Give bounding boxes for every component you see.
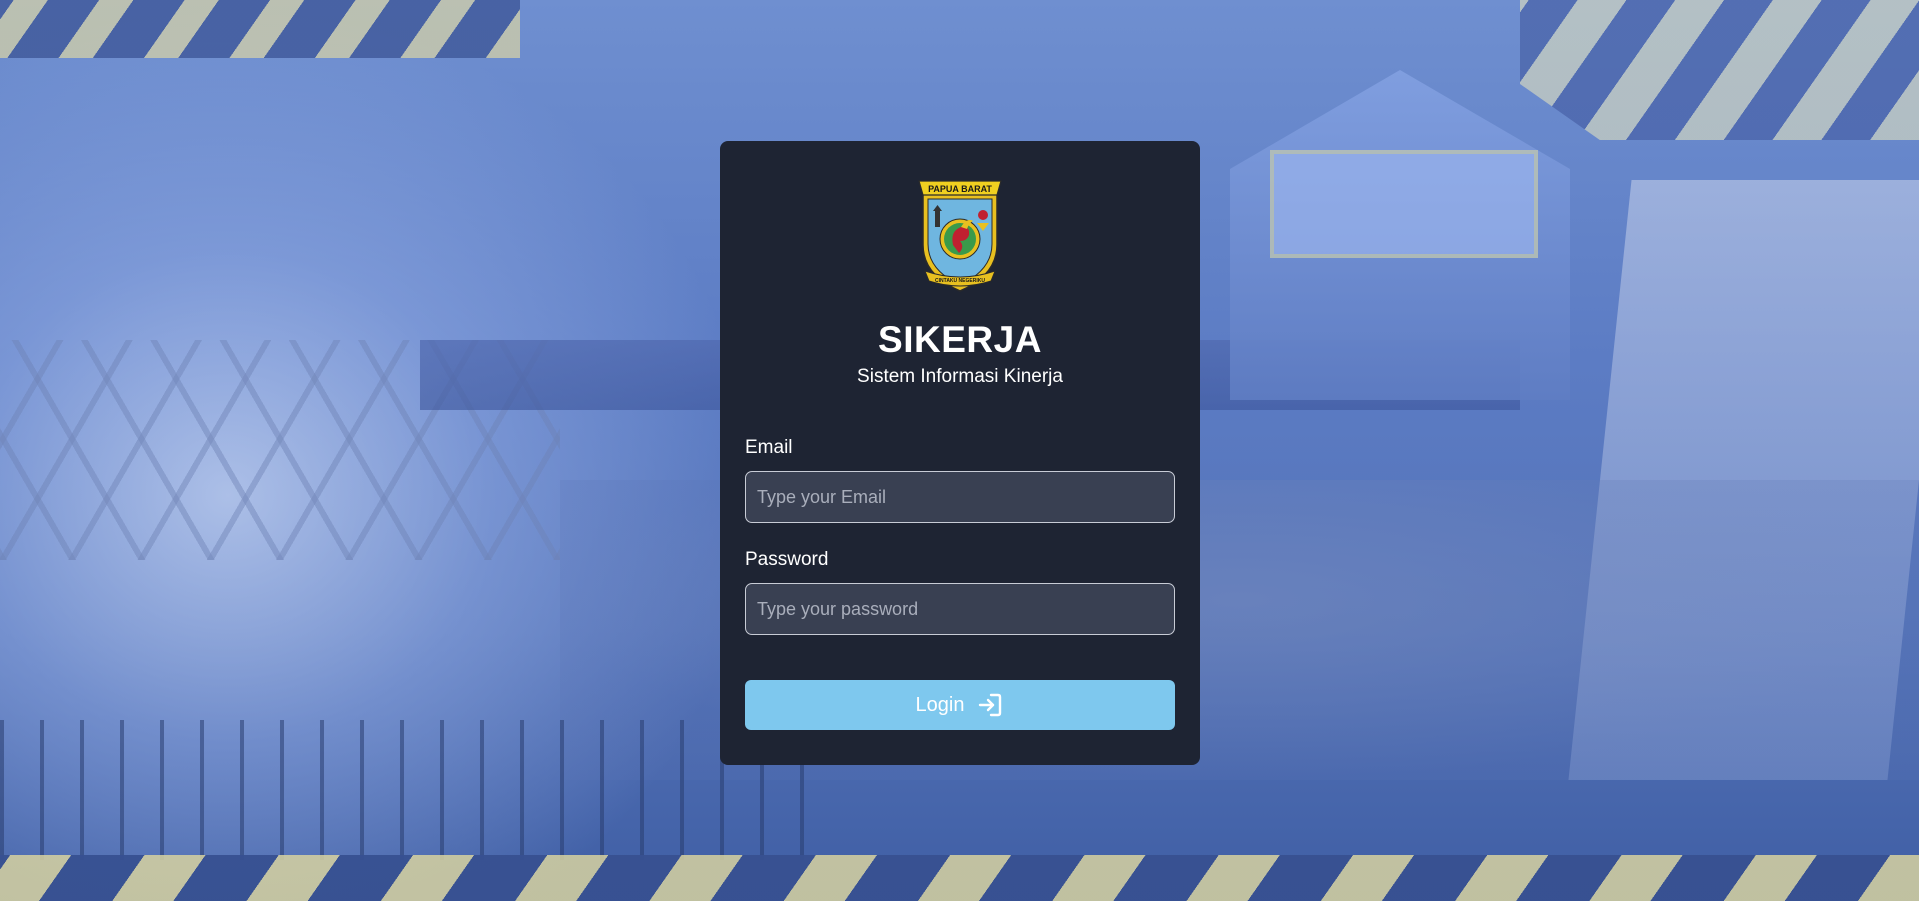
login-card: PAPUA BARAT CINTAKU NEGERIKU SIKERJA Sis… <box>720 141 1200 765</box>
papua-barat-emblem-logo: PAPUA BARAT CINTAKU NEGERIKU <box>918 180 1002 292</box>
login-page: PAPUA BARAT CINTAKU NEGERIKU SIKERJA Sis… <box>0 0 1919 901</box>
background-building-window <box>1270 150 1538 258</box>
logo-motto-text: CINTAKU NEGERIKU <box>935 278 985 284</box>
app-title: SIKERJA <box>878 319 1042 360</box>
background-hazard-stripe-bottom <box>0 855 1919 901</box>
background-hazard-stripe-top <box>0 0 520 58</box>
login-arrow-icon <box>979 693 1002 717</box>
password-label: Password <box>745 549 829 570</box>
background-scaffold <box>0 720 830 860</box>
background-hazard-stripe-top-right <box>1520 0 1919 140</box>
password-input[interactable] <box>745 583 1175 635</box>
app-subtitle: Sistem Informasi Kinerja <box>857 366 1063 387</box>
login-button-label: Login <box>915 693 965 716</box>
logo-banner-text: PAPUA BARAT <box>928 184 992 194</box>
email-label: Email <box>745 437 793 458</box>
email-input[interactable] <box>745 471 1175 523</box>
login-button[interactable]: Login <box>745 680 1175 730</box>
